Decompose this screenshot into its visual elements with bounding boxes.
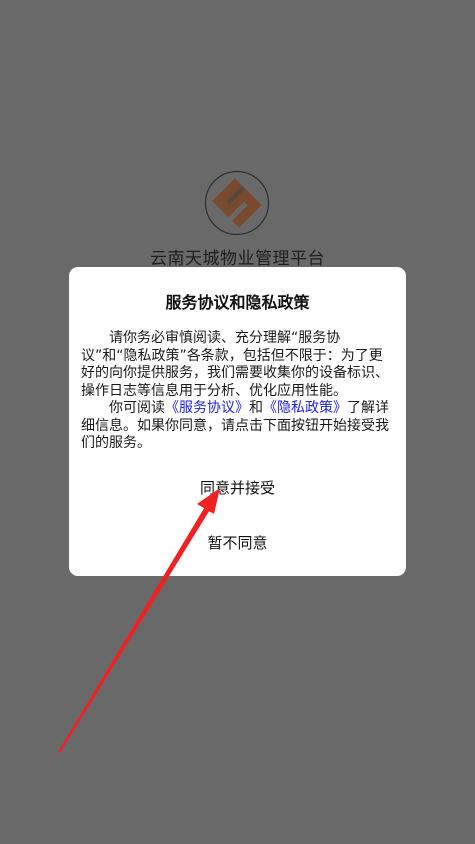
service-agreement-link[interactable]: 《服务协议》 <box>165 400 249 416</box>
decline-button[interactable]: 暂不同意 <box>69 532 406 553</box>
paragraph-2-lead: 你可阅读 <box>109 400 165 416</box>
dialog-paragraph-1: 请你务必审慎阅读、充分理解“服务协议”和“隐私政策”各条款，包括但不限于：为了更… <box>81 330 389 399</box>
dialog-body: 请你务必审慎阅读、充分理解“服务协议”和“隐私政策”各条款，包括但不限于：为了更… <box>81 330 393 453</box>
app-name: 云南天城物业管理平台 <box>150 249 325 269</box>
dialog-title: 服务协议和隐私政策 <box>165 293 310 312</box>
privacy-dialog: 服务协议和隐私政策 请你务必审慎阅读、充分理解“服务协议”和“隐私政策”各条款，… <box>69 267 406 576</box>
accept-button[interactable]: 同意并接受 <box>69 477 406 498</box>
company-logo-icon <box>204 170 270 236</box>
dialog-paragraph-2: 你可阅读《服务协议》和《隐私政策》了解详细信息。如果你同意，请点击下面按钮开始接… <box>81 400 393 453</box>
paragraph-2-and: 和 <box>249 400 263 416</box>
privacy-policy-link[interactable]: 《隐私政策》 <box>263 400 347 416</box>
